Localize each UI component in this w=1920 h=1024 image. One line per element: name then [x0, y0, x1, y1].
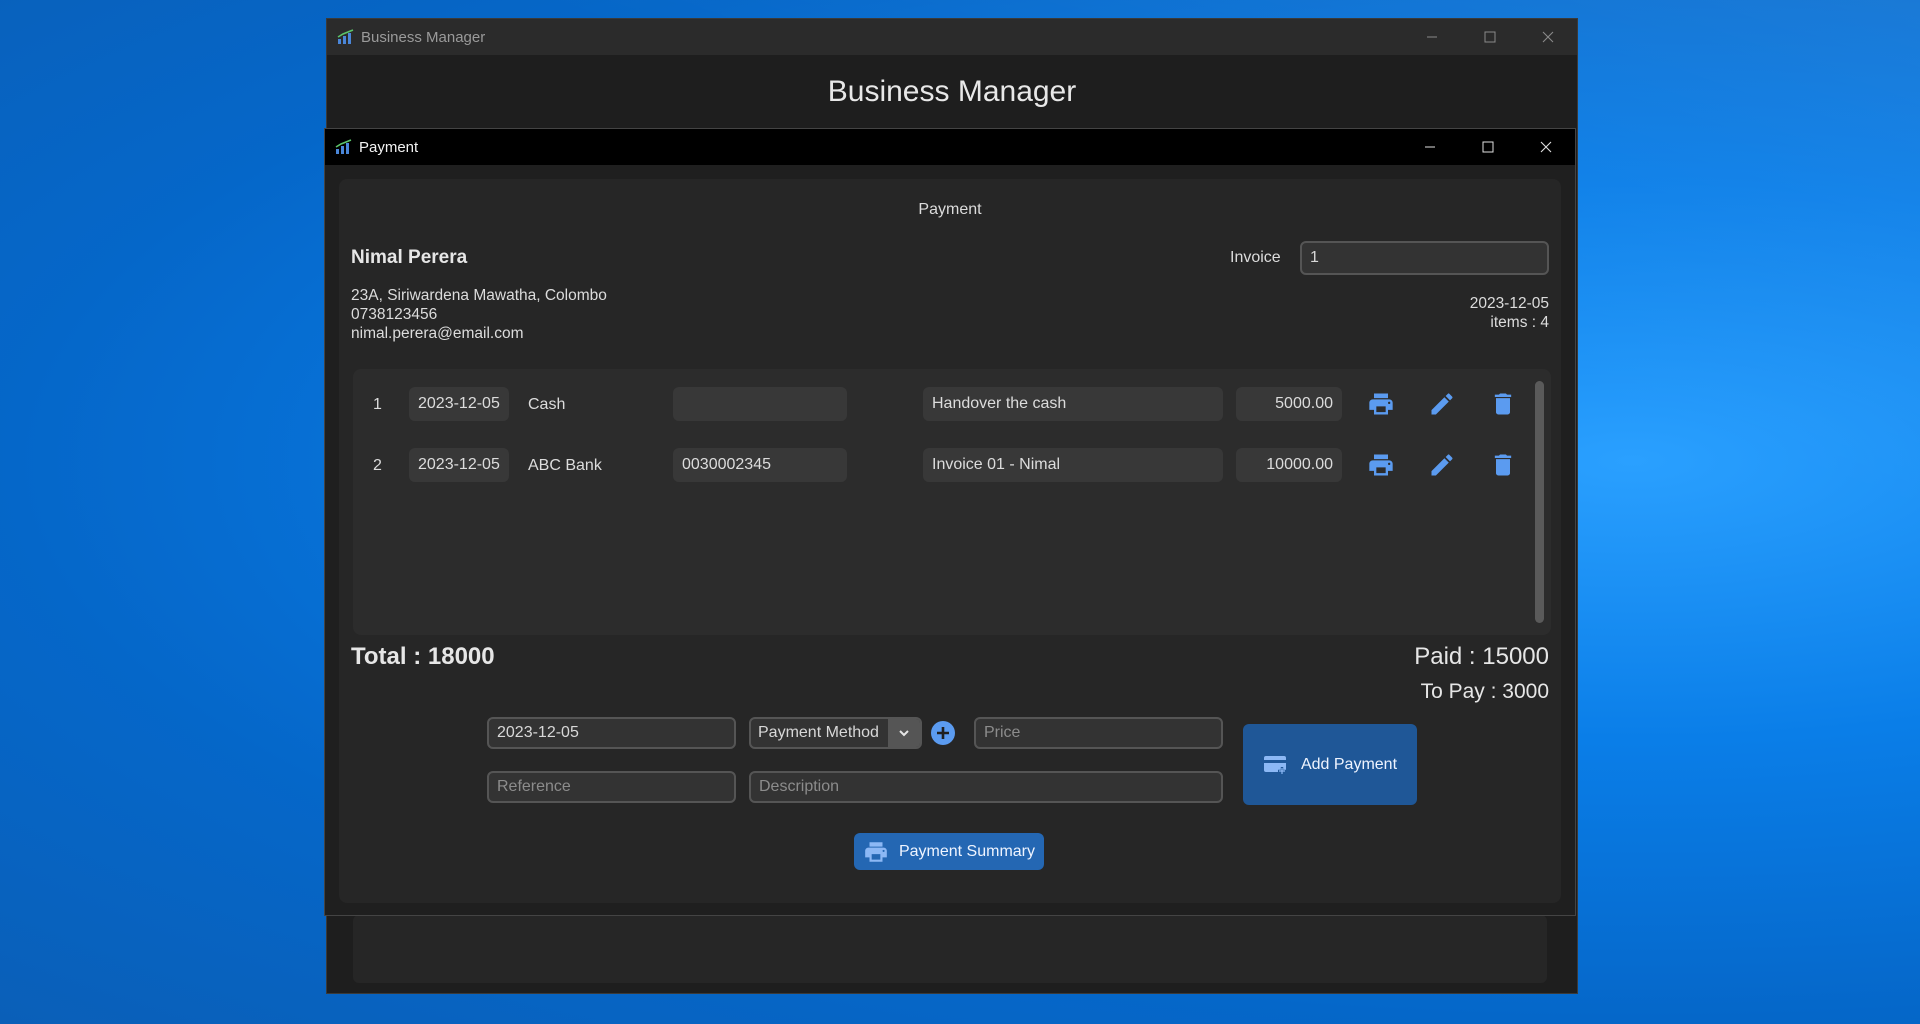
delete-row-button[interactable]: [1487, 388, 1519, 420]
row-reference: 0030002345: [673, 448, 847, 482]
add-payment-button[interactable]: Add Payment: [1243, 724, 1417, 805]
row-index: 2: [373, 457, 382, 474]
list-scrollbar[interactable]: [1535, 381, 1544, 623]
row-description: Invoice 01 - Nimal: [923, 448, 1223, 482]
trash-icon: [1494, 393, 1512, 415]
minimize-button[interactable]: [1403, 19, 1461, 55]
add-payment-label: Add Payment: [1300, 755, 1398, 773]
row-description: Handover the cash: [923, 387, 1223, 421]
delete-row-button[interactable]: [1487, 449, 1519, 481]
customer-address: 23A, Siriwardena Mawatha, Colombo: [351, 287, 607, 304]
app-chart-icon: [335, 139, 352, 154]
payments-list: 1 2023-12-05 Cash Handover the cash 5000…: [353, 369, 1551, 635]
row-index: 1: [373, 396, 382, 413]
row-amount: 5000.00: [1236, 387, 1342, 421]
row-method: ABC Bank: [528, 457, 602, 474]
window-title: Business Manager: [361, 28, 486, 46]
payment-method-select[interactable]: Payment Method: [749, 717, 922, 749]
chevron-down-icon: [899, 730, 909, 737]
customer-phone: 0738123456: [351, 306, 438, 323]
pencil-icon: [1431, 393, 1453, 415]
payment-header-title: Payment: [918, 201, 982, 218]
minimize-icon: [1427, 36, 1437, 38]
maximize-icon: [1484, 31, 1496, 43]
row-reference: [673, 387, 847, 421]
printer-icon: [1369, 393, 1393, 415]
invoice-label: Invoice: [1230, 249, 1281, 266]
maximize-button[interactable]: [1461, 19, 1519, 55]
business-manager-titlebar: Business Manager: [327, 19, 1577, 55]
maximize-icon: [1482, 141, 1494, 153]
trash-icon: [1494, 454, 1512, 476]
close-icon: [1540, 141, 1552, 153]
customer-name: Nimal Perera: [351, 247, 468, 268]
app-heading: Business Manager: [827, 75, 1077, 108]
paid-amount: Paid : 15000: [1414, 643, 1549, 670]
row-method: Cash: [528, 396, 566, 413]
dropdown-button[interactable]: [888, 719, 920, 747]
add-method-button[interactable]: [927, 717, 959, 749]
list-item: 1 2023-12-05 Cash Handover the cash 5000…: [353, 387, 1523, 423]
reference-field[interactable]: [487, 771, 736, 803]
maximize-button[interactable]: [1459, 129, 1517, 165]
payment-date-field[interactable]: [487, 717, 736, 749]
close-button[interactable]: [1517, 129, 1575, 165]
payment-titlebar: Payment: [325, 129, 1575, 165]
description-field[interactable]: [749, 771, 1223, 803]
printer-icon: [1369, 454, 1393, 476]
print-row-button[interactable]: [1365, 449, 1397, 481]
list-item: 2 2023-12-05 ABC Bank 0030002345 Invoice…: [353, 448, 1523, 484]
items-count: items : 4: [1490, 314, 1549, 331]
minimize-icon: [1425, 146, 1435, 148]
close-button[interactable]: [1519, 19, 1577, 55]
print-row-button[interactable]: [1365, 388, 1397, 420]
background-panel: [353, 915, 1547, 983]
plus-circle-icon: [931, 721, 955, 745]
invoice-field[interactable]: [1300, 241, 1549, 275]
total-amount: Total : 18000: [351, 643, 495, 670]
payment-summary-button[interactable]: Payment Summary: [854, 833, 1044, 870]
dialog-title: Payment: [359, 138, 419, 156]
edit-row-button[interactable]: [1426, 388, 1458, 420]
row-amount: 10000.00: [1236, 448, 1342, 482]
payment-method-value: Payment Method: [758, 724, 879, 741]
row-date: 2023-12-05: [409, 448, 509, 482]
payment-body: Payment Nimal Perera 23A, Siriwardena Ma…: [339, 179, 1561, 903]
printer-icon: [865, 841, 887, 862]
row-date: 2023-12-05: [409, 387, 509, 421]
to-pay-amount: To Pay : 3000: [1420, 680, 1549, 703]
payment-summary-label: Payment Summary: [898, 842, 1036, 860]
pencil-icon: [1431, 454, 1453, 476]
payment-dialog: Payment Payment Nimal Perera 23A, Siriwa…: [324, 128, 1576, 916]
price-field[interactable]: [974, 717, 1223, 749]
invoice-date: 2023-12-05: [1469, 295, 1549, 312]
minimize-button[interactable]: [1401, 129, 1459, 165]
app-chart-icon: [337, 29, 354, 44]
customer-email: nimal.perera@email.com: [351, 325, 524, 342]
edit-row-button[interactable]: [1426, 449, 1458, 481]
add-card-icon: [1263, 755, 1286, 775]
close-icon: [1542, 31, 1554, 43]
